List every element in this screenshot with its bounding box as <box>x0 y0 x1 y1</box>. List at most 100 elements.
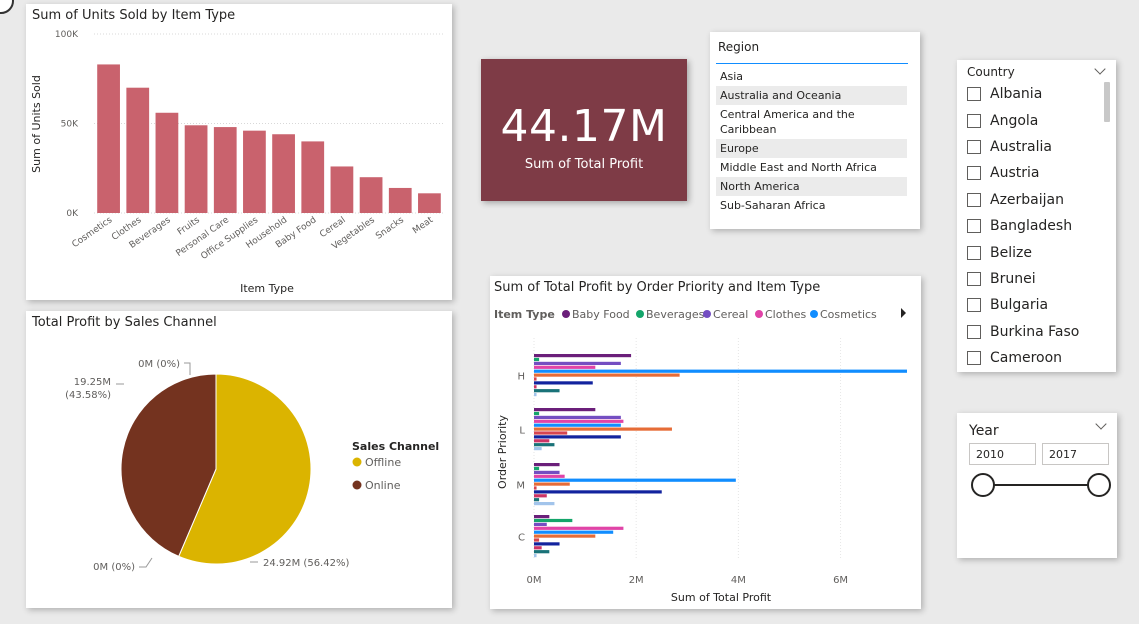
bar-M-household <box>534 482 570 486</box>
bar-M-beverages <box>534 466 540 471</box>
country-item[interactable]: Burkina Faso <box>967 319 1079 345</box>
x-tick-label: Snacks <box>374 215 406 242</box>
country-scrollbar[interactable] <box>1104 82 1110 122</box>
country-item[interactable]: Brunei <box>967 266 1079 292</box>
online-percent-label: (43.58%) <box>65 390 111 401</box>
bar-L-household <box>534 427 672 431</box>
y-tick-label: C <box>518 532 525 543</box>
kpi-value: 44.17M <box>500 101 668 152</box>
year-to-input[interactable]: 2017 <box>1042 443 1109 465</box>
year-from-input[interactable]: 2010 <box>969 443 1036 465</box>
y-tick-label: 100K <box>55 30 79 40</box>
region-item[interactable]: Sub-Saharan Africa <box>716 196 907 215</box>
checkbox[interactable] <box>967 87 981 102</box>
bar-C-meat <box>534 538 540 542</box>
year-slicer[interactable]: Year 2010 2017 <box>957 413 1117 558</box>
year-slider-end-handle[interactable] <box>1087 473 1111 497</box>
country-item[interactable]: Azerbaijan <box>967 187 1079 213</box>
country-label: Burkina Faso <box>990 323 1080 340</box>
order-priority-chart-card[interactable]: Sum of Total Profit by Order Priority an… <box>490 276 921 609</box>
region-item[interactable]: Middle East and North Africa <box>716 158 907 177</box>
checkbox[interactable] <box>967 166 981 181</box>
legend-marker <box>636 310 644 318</box>
year-slider-start-handle[interactable] <box>971 473 995 497</box>
bar-L-personal-care <box>534 439 550 443</box>
region-item[interactable]: North America <box>716 177 907 196</box>
region-slicer[interactable]: Region Asia Australia and Oceania Central … <box>710 32 920 229</box>
country-item[interactable]: Belize <box>967 239 1079 265</box>
country-item[interactable]: Albania <box>967 81 1079 107</box>
y-tick-label: 0K <box>66 209 79 219</box>
checkbox[interactable] <box>967 113 981 128</box>
country-item[interactable]: Austria <box>967 160 1079 186</box>
checkbox[interactable] <box>967 324 981 339</box>
legend-label: Cosmetics <box>820 308 877 321</box>
country-slicer[interactable]: Country Albania Angola Australia Austria Aze… <box>957 60 1116 372</box>
country-item[interactable]: Bulgaria <box>967 292 1079 318</box>
sales-channel-pie-card[interactable]: Total Profit by Sales Channel 0M (0%) 19.… <box>26 311 452 608</box>
bar-M-office-supplies <box>534 490 662 494</box>
bar-L-cosmetics <box>534 423 621 427</box>
x-tick-label: 6M <box>833 575 848 586</box>
country-item[interactable]: Australia <box>967 134 1079 160</box>
total-profit-kpi-card[interactable]: 44.17M Sum of Total Profit <box>481 59 687 201</box>
bar-clothes <box>126 87 150 213</box>
legend-marker <box>703 310 711 318</box>
legend-label: Cereal <box>713 308 748 321</box>
x-tick-label: Cosmetics <box>71 215 115 250</box>
checkbox[interactable] <box>967 351 981 366</box>
bar-L-snacks <box>534 443 555 447</box>
country-label: Albania <box>990 86 1043 103</box>
bar-L-beverages <box>534 411 540 416</box>
legend-marker <box>352 457 362 467</box>
checkbox[interactable] <box>967 245 981 260</box>
bar-fruits <box>184 125 208 213</box>
chevron-down-icon[interactable] <box>1095 418 1107 430</box>
region-item[interactable]: Asia <box>716 67 907 86</box>
country-label: Brunei <box>990 270 1036 287</box>
bar-H-personal-care <box>534 385 537 389</box>
y-tick-label: 50K <box>61 120 79 130</box>
bar-C-household <box>534 534 596 538</box>
bar-L-clothes <box>534 419 624 423</box>
checkbox[interactable] <box>967 139 981 154</box>
legend-next-arrow-icon <box>901 308 906 318</box>
legend-marker <box>562 310 570 318</box>
year-slicer-header: Year <box>969 423 999 439</box>
chevron-down-icon[interactable] <box>1094 63 1106 75</box>
bar-C-beverages <box>534 518 573 523</box>
year-slider-track[interactable] <box>982 484 1099 486</box>
bar-M-baby-food <box>534 463 560 467</box>
region-list: Asia Australia and Oceania Central America… <box>716 67 907 215</box>
country-item[interactable]: Bangladesh <box>967 213 1079 239</box>
checkbox[interactable] <box>967 271 981 286</box>
y-tick-label: M <box>516 480 525 491</box>
region-item[interactable]: Central America and the Caribbean <box>716 105 907 139</box>
checkbox[interactable] <box>967 298 981 313</box>
bar-C-cosmetics <box>534 530 614 534</box>
bar-H-fruits <box>534 393 537 397</box>
bar-H-meat <box>534 377 537 381</box>
checkbox[interactable] <box>967 192 981 207</box>
bar-C-snacks <box>534 550 550 554</box>
bar-H-beverages <box>534 357 540 362</box>
country-label: Bulgaria <box>990 297 1049 314</box>
country-item[interactable]: Cameroon <box>967 345 1079 371</box>
x-axis-title: Item Type <box>240 282 294 295</box>
bar-C-office-supplies <box>534 542 560 546</box>
bar-C-fruits <box>534 554 537 558</box>
bar-M-fruits <box>534 502 555 506</box>
units-sold-chart-card[interactable]: Sum of Units Sold by Item Type 100K 50K 0K… <box>26 4 452 300</box>
bar-H-cosmetics <box>534 369 907 373</box>
region-header-underline <box>716 63 908 64</box>
bar-cereal <box>330 166 354 213</box>
checkbox[interactable] <box>967 219 981 234</box>
bar-meat <box>418 193 441 213</box>
country-item[interactable]: Angola <box>967 107 1079 133</box>
region-item[interactable]: Australia and Oceania <box>716 86 907 105</box>
legend-label: Baby Food <box>572 308 630 321</box>
bar-office-supplies <box>243 130 266 213</box>
x-tick-label: Meat <box>411 215 435 236</box>
region-item[interactable]: Europe <box>716 139 907 158</box>
country-label: Belize <box>990 244 1032 261</box>
